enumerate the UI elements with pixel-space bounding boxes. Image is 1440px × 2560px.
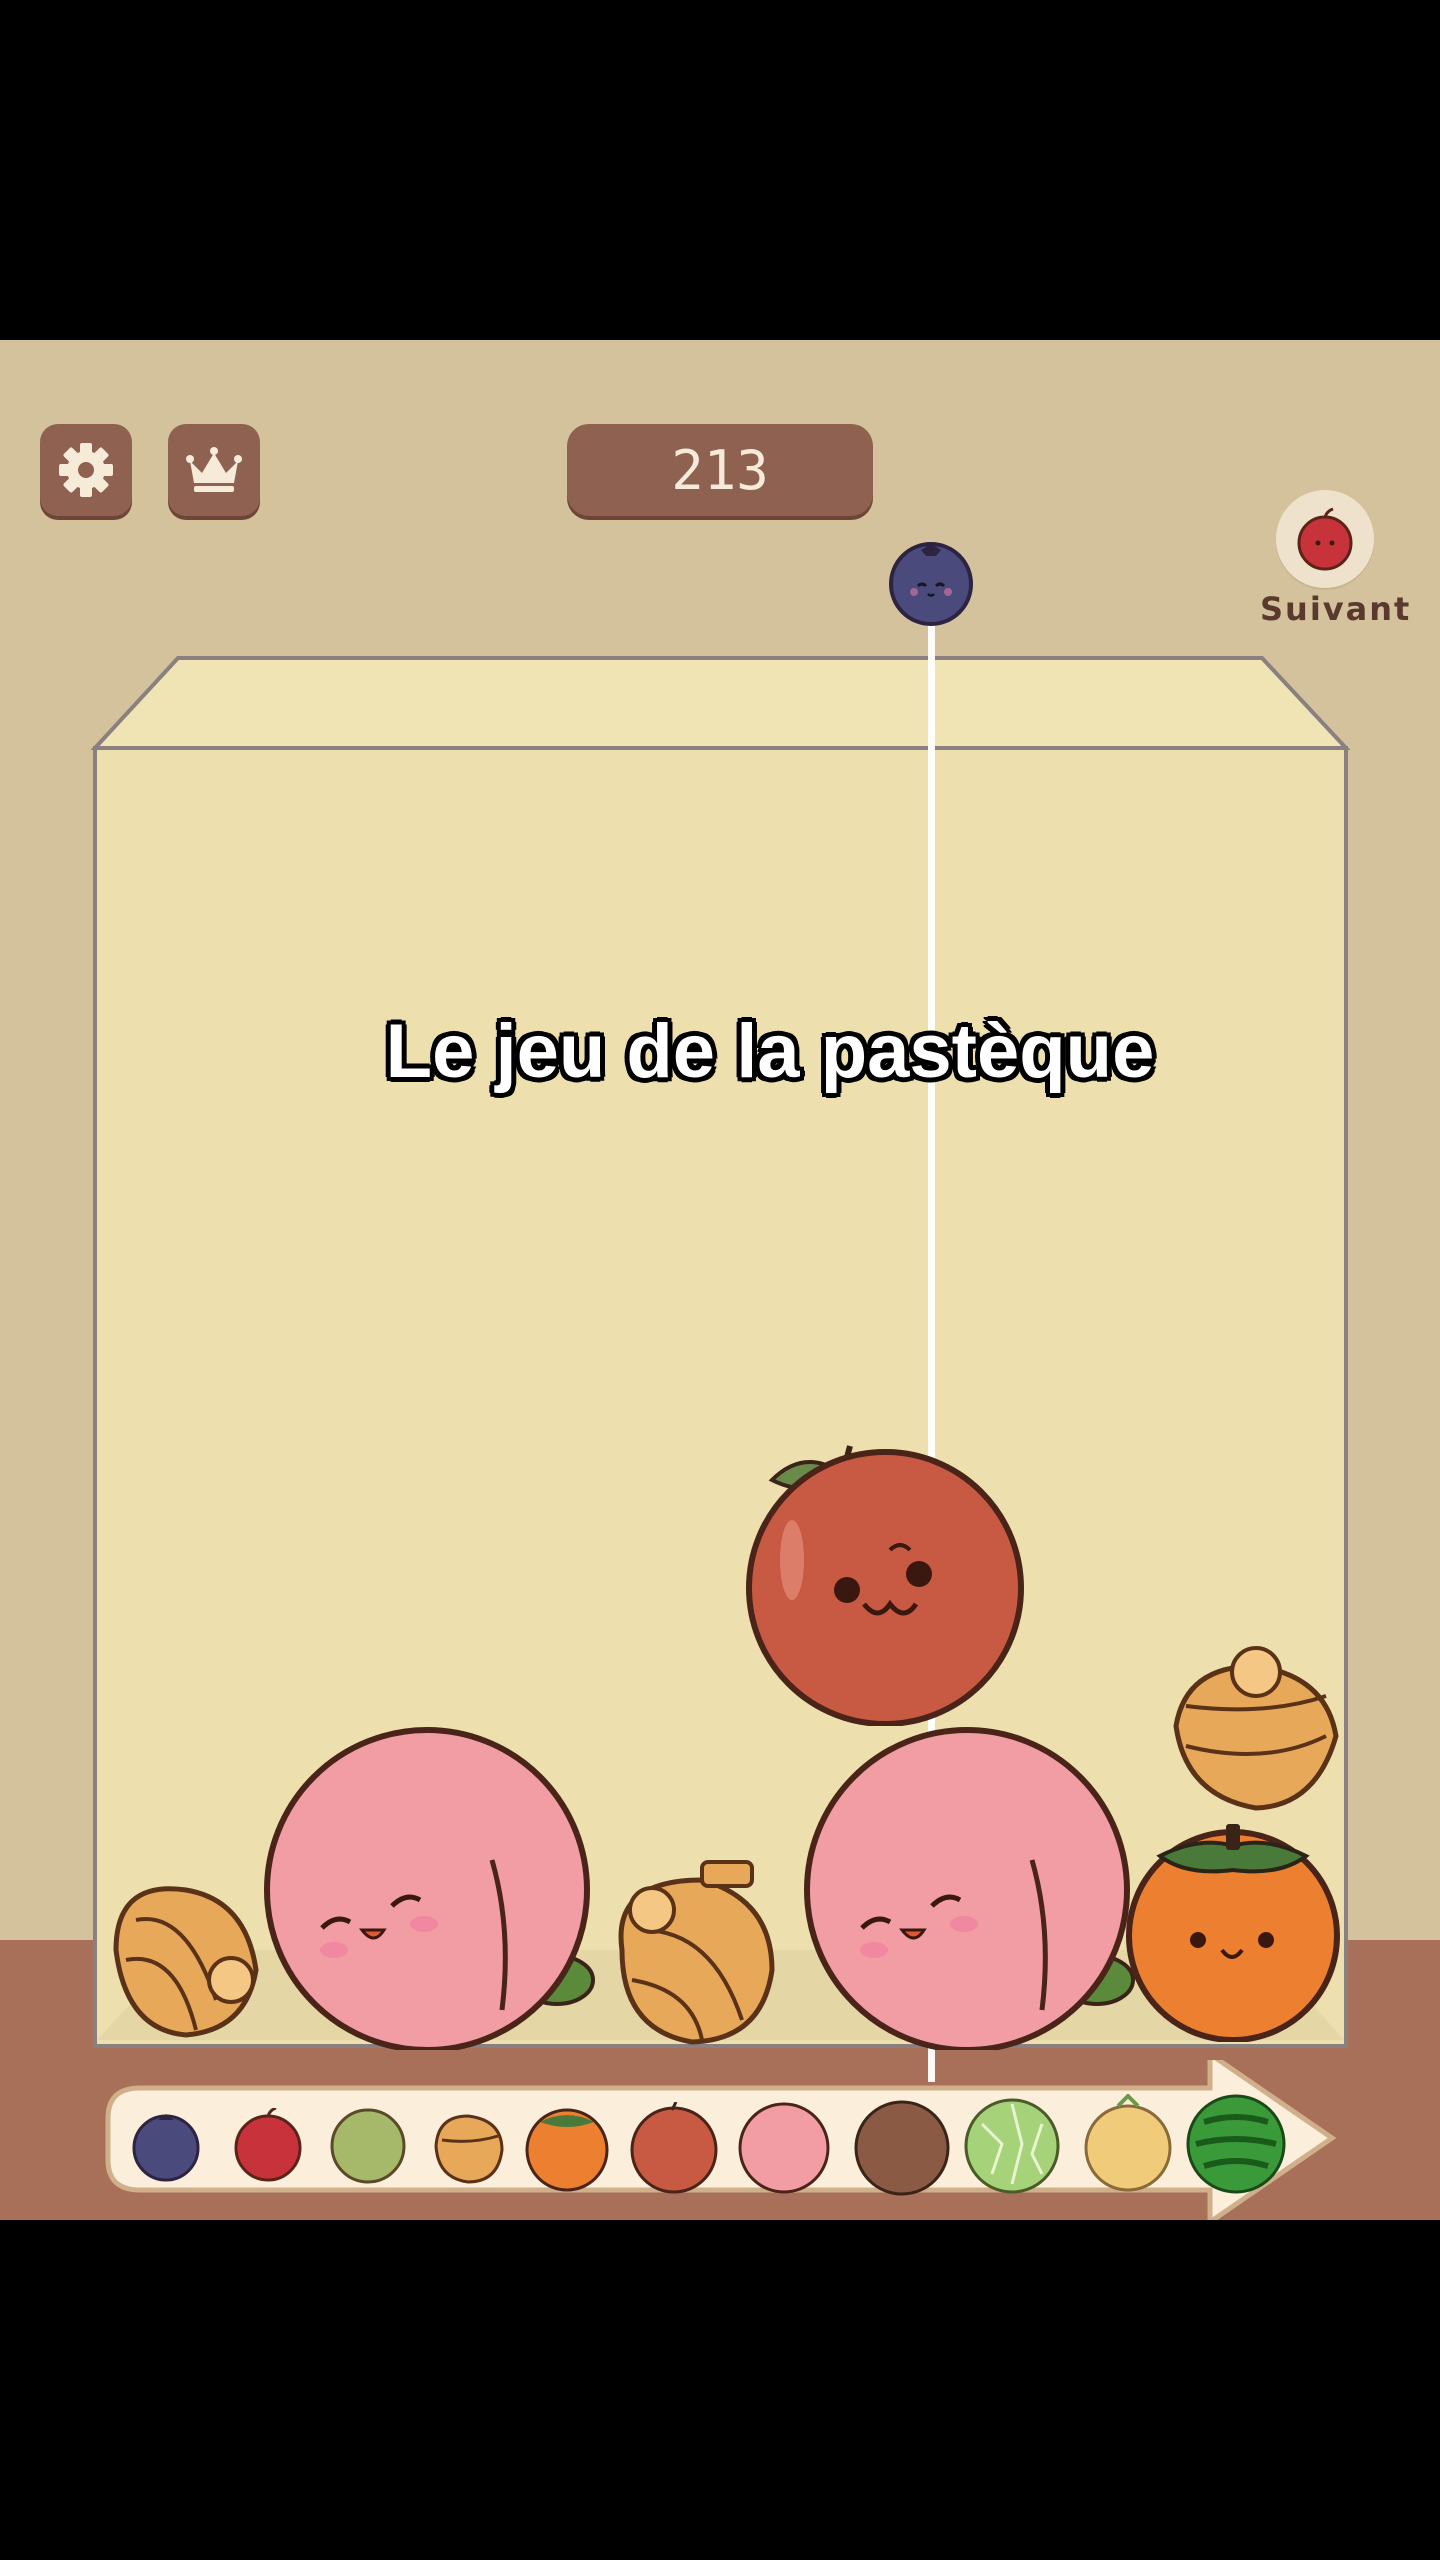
fruit-persimmon [1126,1824,1340,2042]
evo-coconut-icon [854,2100,950,2196]
fruit-peach [804,1727,1135,2050]
evo-persimmon-icon [525,2108,609,2192]
game-title: Le jeu de la pastèque [385,1009,1155,1094]
evo-pineapple-icon [1084,2094,1172,2192]
evo-cherry-icon [234,2108,302,2182]
fruit-apple [746,1445,1024,1726]
evo-melon-icon [964,2098,1060,2194]
game-screen: 213 Suivant Le jeu de la pastèque [0,340,1440,2220]
evo-banana-icon [434,2114,504,2184]
evo-peach-icon [738,2102,830,2194]
evolution-list [106,2094,1306,2210]
current-fruit-blueberry[interactable] [886,536,976,626]
evo-blueberry-icon [132,2114,200,2182]
fruit-banana [113,1886,259,2038]
fruit-peach [264,1727,595,2050]
evo-apple-icon [630,2102,718,2194]
fruit-banana [1173,1646,1339,1811]
fruit-banana [618,1860,775,2045]
evo-watermelon-icon [1186,2094,1286,2194]
evo-lime-icon [330,2108,406,2184]
